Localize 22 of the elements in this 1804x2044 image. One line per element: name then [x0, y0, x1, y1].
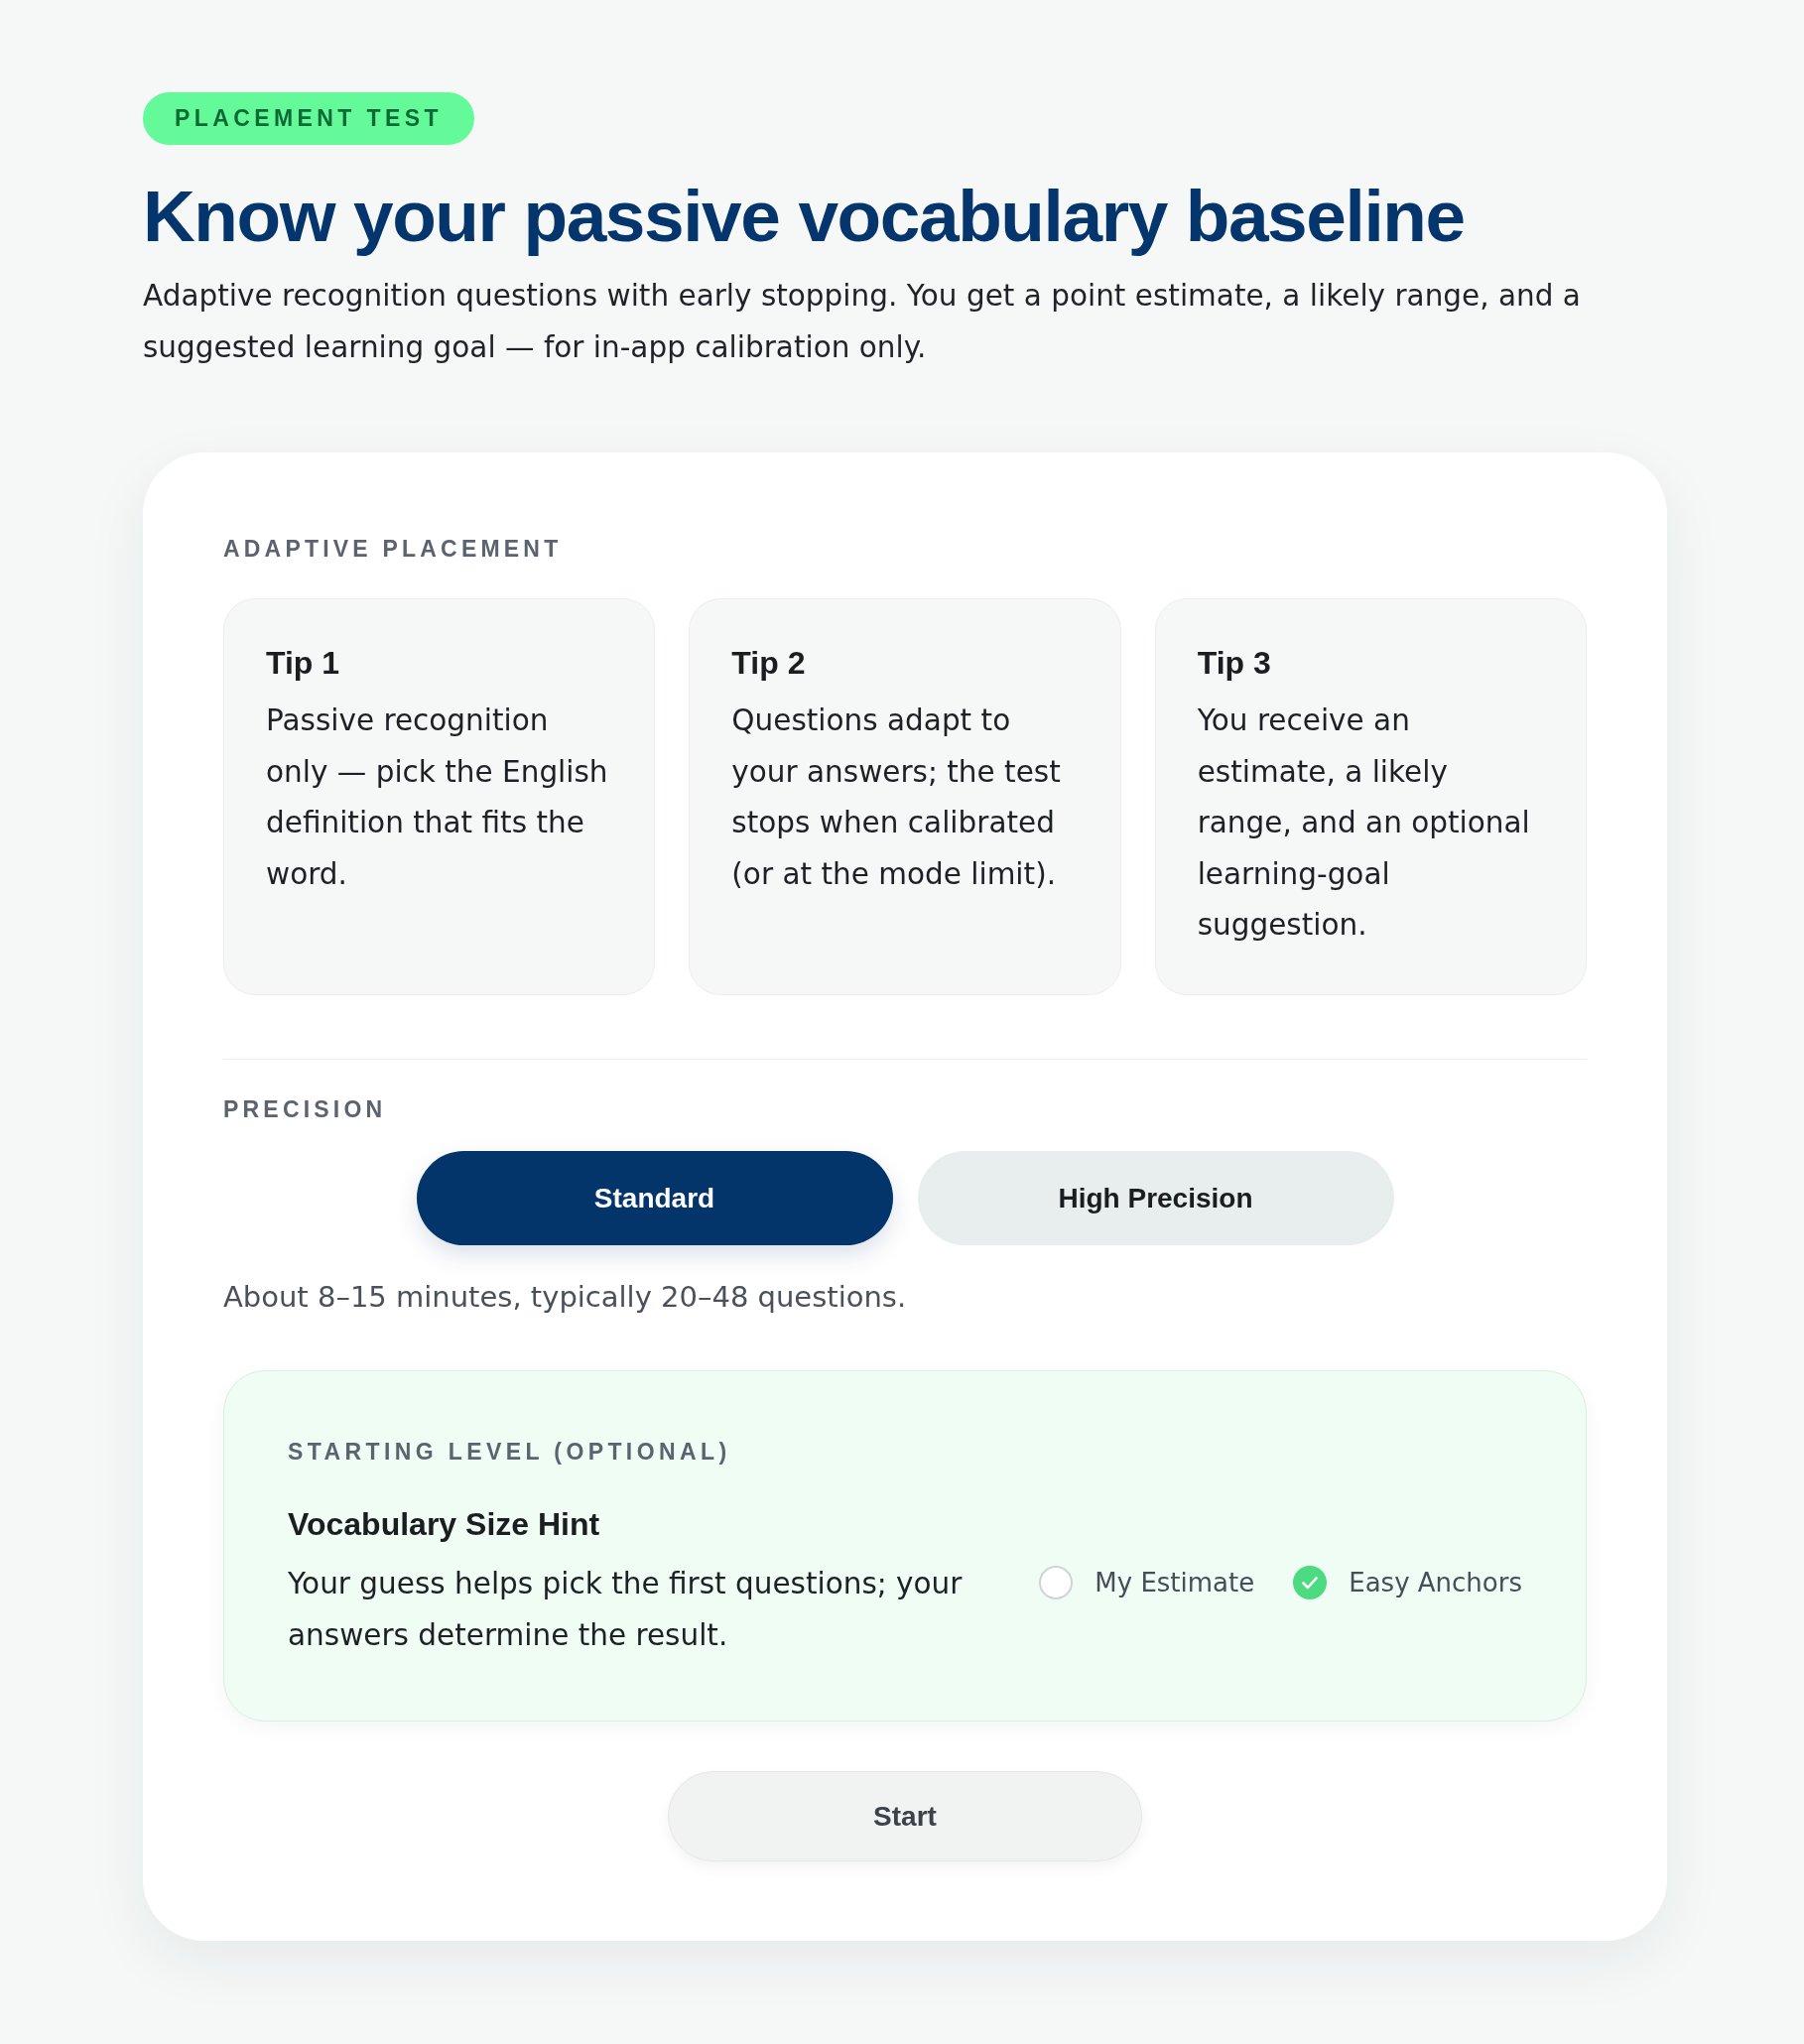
checked-radio-icon[interactable]: [1293, 1566, 1328, 1600]
tip-text: You receive an estimate, a likely range, and an optional learning-goal suggestion.: [1197, 703, 1531, 945]
section-label: STARTING LEVEL (OPTIONAL): [288, 1438, 732, 1467]
mode-button[interactable]: Standard: [416, 1151, 893, 1245]
category-badge: PLACEMENT TEST: [143, 92, 474, 145]
mode-description: About 8–15 minutes, typically 20–48 questions.: [223, 1279, 908, 1316]
hint-title: Vocabulary Size Hint: [288, 1505, 601, 1544]
radio-icon[interactable]: [1039, 1566, 1074, 1600]
radio-option[interactable]: Easy Anchors: [1293, 1566, 1522, 1600]
page-title: Know your passive vocabulary baseline: [143, 175, 1466, 258]
hint-text: Your guess helps pick the first questions; your answers determine the result.: [288, 1566, 964, 1654]
section-label: PRECISION: [223, 1095, 388, 1124]
tip-title: Tip 3: [1197, 644, 1272, 683]
start-button[interactable]: Start: [668, 1771, 1142, 1862]
tip-title: Tip 1: [266, 644, 341, 683]
tip-title: Tip 2: [731, 644, 807, 683]
radio-option[interactable]: My Estimate: [1039, 1566, 1255, 1600]
section-label: ADAPTIVE PLACEMENT: [223, 535, 564, 564]
tip-text: Questions adapt to your answers; the test stops when calibrated (or at the mode limit).: [731, 703, 1062, 893]
mode-button[interactable]: High Precision: [917, 1151, 1394, 1245]
tip-text: Passive recognition only — pick the English definition that fits the word.: [266, 703, 609, 893]
page-subtitle: Adaptive recognition questions with early stopping. You get a point estimate, a likely range, and a suggested learning goal — for in-app calibration only.: [143, 278, 1582, 366]
